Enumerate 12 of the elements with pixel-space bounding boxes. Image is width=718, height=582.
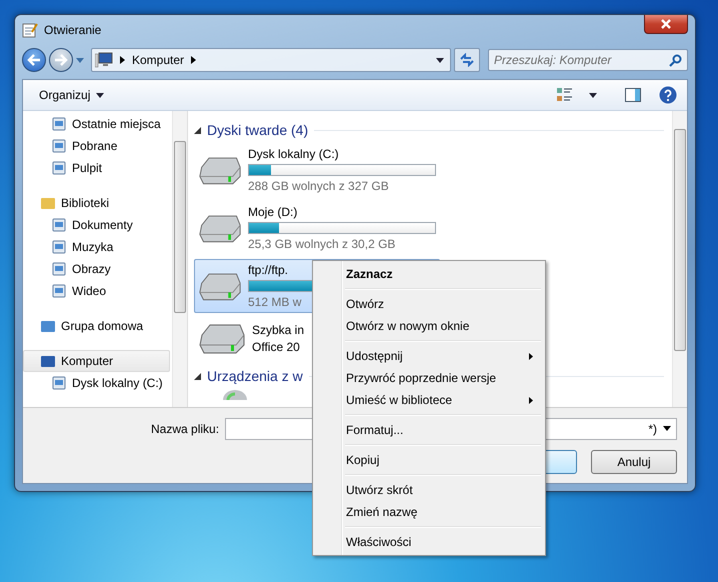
free-space-text: 25,3 GB wolnych z 30,2 GB — [248, 237, 396, 251]
group-heading: Urządzenia z w — [207, 368, 303, 384]
group-heading: Dyski twarde (4) — [207, 122, 308, 138]
drive-name: Dysk lokalny (C:) — [248, 147, 339, 161]
drive-name: ftp://ftp. — [248, 263, 288, 277]
free-space-text: 288 GB wolnych z 327 GB — [248, 179, 389, 193]
drive-name: Moje (D:) — [248, 205, 298, 219]
drive-name: Office 20 — [252, 340, 300, 354]
drive-name: Szybka in — [252, 322, 304, 336]
file-name-label: Nazwa pliku: — [151, 422, 220, 436]
free-space-text: 512 MB w — [248, 295, 302, 309]
window-title: Otwieranie — [44, 23, 102, 37]
